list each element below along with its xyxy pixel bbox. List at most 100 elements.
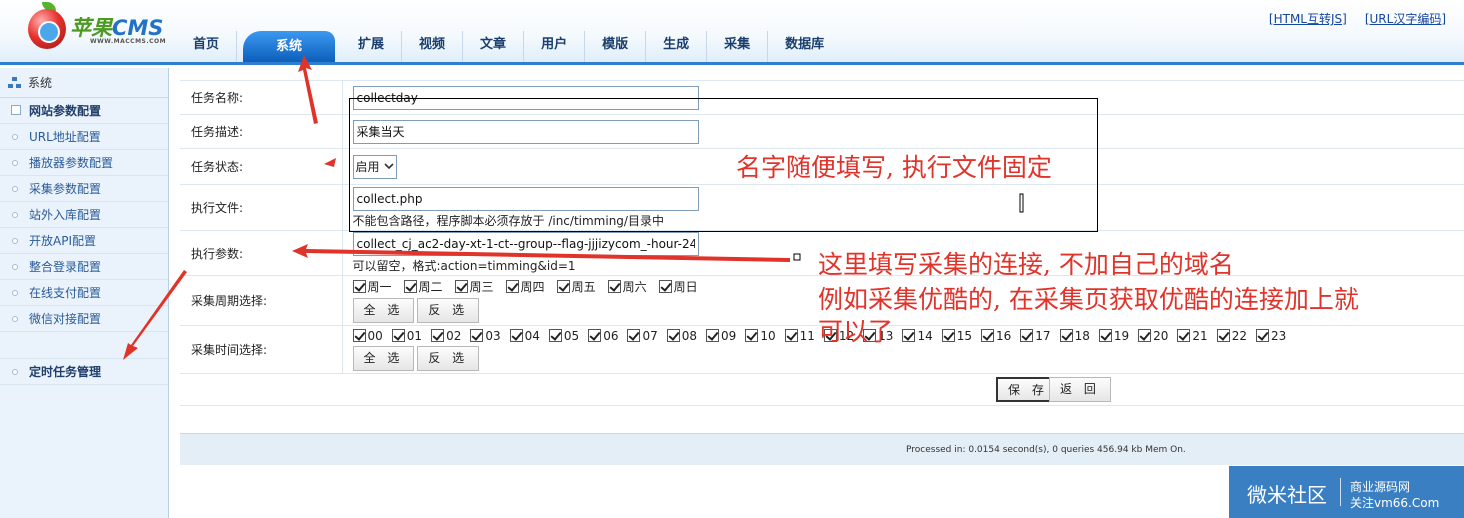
weekday-checkbox-label: 周二 <box>418 280 443 294</box>
weekday-checkbox-6[interactable]: 周日 <box>658 278 698 295</box>
nav-collect[interactable]: 采集 <box>707 31 769 62</box>
week-select-all-button[interactable]: 全 选 <box>352 298 415 323</box>
annotation-note-2-line-1: 这里填写采集的连接, 不加自己的域名 <box>818 250 1234 279</box>
bullet-icon <box>12 212 18 218</box>
checkbox-checked-icon <box>607 280 621 293</box>
weekday-checkbox-label: 周一 <box>367 280 392 294</box>
hour-checkbox-0[interactable]: 00 <box>352 329 383 343</box>
sidebar-item-collect-config[interactable]: 采集参数配置 <box>0 176 168 202</box>
hour-checkbox-4[interactable]: 04 <box>509 329 540 343</box>
bullet-icon <box>12 160 18 166</box>
bullet-icon <box>12 186 18 192</box>
sidebar-item-url-config[interactable]: URL地址配置 <box>0 124 168 150</box>
sidebar-item-api-config[interactable]: 开放API配置 <box>0 228 168 254</box>
sidebar-item-site-config[interactable]: 网站参数配置 <box>0 98 168 124</box>
task-status-select[interactable]: 启用 <box>352 154 397 179</box>
weekday-checkbox-2[interactable]: 周三 <box>454 278 494 295</box>
html-js-convert-link[interactable]: [HTML互转JS] <box>1269 10 1347 27</box>
nav-system[interactable]: 系统 <box>243 31 336 62</box>
hour-checkbox-14[interactable]: 14 <box>902 328 933 343</box>
logo-title-a: 苹果 <box>70 16 112 40</box>
nav-generate[interactable]: 生成 <box>646 31 708 62</box>
task-name-input[interactable] <box>352 85 699 110</box>
nav-article[interactable]: 文章 <box>463 31 525 62</box>
hour-checkbox-2[interactable]: 02 <box>431 329 461 343</box>
sidebar-item-label: 微信对接配置 <box>29 312 102 326</box>
hour-checkbox-20[interactable]: 20 <box>1138 329 1168 343</box>
hour-checkbox-9[interactable]: 09 <box>706 329 736 343</box>
hour-checkbox-label: 22 <box>1231 328 1247 343</box>
task-status-label: 任务状态: <box>180 148 343 185</box>
hour-checkbox-label: 03 <box>485 328 501 343</box>
hour-checkbox-11[interactable]: 11 <box>784 329 815 343</box>
back-button[interactable]: 返 回 <box>1049 377 1111 402</box>
nav-home[interactable]: 首页 <box>176 31 238 62</box>
weekday-checkbox-1[interactable]: 周二 <box>403 278 443 295</box>
nav-template[interactable]: 模版 <box>585 31 647 62</box>
sidebar-item-wechat-config[interactable]: 微信对接配置 <box>0 306 168 332</box>
sidebar-item-label: 站外入库配置 <box>29 208 102 222</box>
hour-checkbox-19[interactable]: 19 <box>1098 329 1129 343</box>
task-file-input[interactable] <box>352 186 699 211</box>
hour-checkbox-6[interactable]: 06 <box>588 329 618 343</box>
weekday-checkbox-5[interactable]: 周六 <box>607 278 647 295</box>
hour-checkbox-17[interactable]: 17 <box>1020 329 1051 343</box>
hour-checkbox-1[interactable]: 01 <box>391 329 422 343</box>
hour-checkbox-22[interactable]: 22 <box>1216 328 1247 343</box>
sidebar-item-label: 整合登录配置 <box>29 260 102 274</box>
processed-info: Processed in: 0.0154 second(s), 0 querie… <box>906 445 1186 455</box>
weekday-checkbox-3[interactable]: 周四 <box>505 278 545 295</box>
hour-checkbox-18[interactable]: 18 <box>1059 329 1090 343</box>
nav-extend[interactable]: 扩展 <box>341 31 403 62</box>
nav-video[interactable]: 视频 <box>402 31 464 62</box>
hour-checkbox-21[interactable]: 21 <box>1177 329 1208 343</box>
sidebar-item-player-config[interactable]: 播放器参数配置 <box>0 150 168 176</box>
sidebar-item-payment-config[interactable]: 在线支付配置 <box>0 280 168 306</box>
task-param-input[interactable] <box>352 232 699 256</box>
task-desc-input[interactable] <box>352 119 699 144</box>
nav-user[interactable]: 用户 <box>524 31 586 62</box>
chevron-down-icon <box>383 163 394 170</box>
checkbox-checked-icon <box>588 329 602 342</box>
sidebar-title: 系统 <box>28 75 53 90</box>
task-param-label: 执行参数: <box>180 230 343 276</box>
checkbox-checked-icon <box>902 329 916 342</box>
hour-checkbox-3[interactable]: 03 <box>470 328 501 343</box>
hour-checkbox-23[interactable]: 23 <box>1255 329 1286 343</box>
week-invert-button[interactable]: 反 选 <box>417 298 480 323</box>
checkbox-checked-icon <box>505 280 519 293</box>
hour-checkbox-16[interactable]: 16 <box>981 329 1011 343</box>
weekday-checkbox-0[interactable]: 周一 <box>352 278 392 295</box>
bullet-icon <box>12 264 18 270</box>
top-links: [HTML互转JS] [URL汉字编码] <box>1269 10 1446 27</box>
maccms-logo[interactable]: 苹果CMS WWW.MACCMS.COM <box>24 2 174 52</box>
weekday-checkbox-4[interactable]: 周五 <box>556 278 596 295</box>
hour-checkbox-label: 14 <box>917 328 933 343</box>
checkbox-checked-icon <box>784 329 798 342</box>
hour-checkbox-label: 20 <box>1153 328 1169 343</box>
task-file-label: 执行文件: <box>180 184 343 231</box>
weekday-checkbox-label: 周三 <box>469 280 494 294</box>
bullet-icon <box>12 290 18 296</box>
hour-checkbox-15[interactable]: 15 <box>941 329 972 343</box>
hour-select-all-button[interactable]: 全 选 <box>352 345 415 371</box>
checkbox-checked-icon <box>509 329 523 342</box>
task-name-cell <box>342 80 1464 115</box>
sidebar-item-import-config[interactable]: 站外入库配置 <box>0 202 168 228</box>
hour-checkbox-7[interactable]: 07 <box>627 329 658 343</box>
bullet-icon <box>12 369 18 375</box>
hour-checkbox-8[interactable]: 08 <box>666 329 697 343</box>
hour-checkbox-10[interactable]: 10 <box>745 329 776 343</box>
checkbox-checked-icon <box>745 329 759 342</box>
form-row-desc: 任务描述: <box>180 114 1464 149</box>
hour-checkbox-5[interactable]: 05 <box>548 329 579 343</box>
checkbox-checked-icon <box>1177 329 1191 342</box>
sidebar-header: 系统 <box>0 68 168 98</box>
nav-database[interactable]: 数据库 <box>768 31 841 62</box>
sitemap-icon <box>8 76 22 89</box>
sidebar-item-login-config[interactable]: 整合登录配置 <box>0 254 168 280</box>
url-encode-link[interactable]: [URL汉字编码] <box>1365 10 1446 27</box>
sidebar-item-label: 网站参数配置 <box>29 104 102 118</box>
hour-invert-button[interactable]: 反 选 <box>417 345 480 371</box>
sidebar-item-cron-tasks[interactable]: 定时任务管理 <box>0 359 168 385</box>
